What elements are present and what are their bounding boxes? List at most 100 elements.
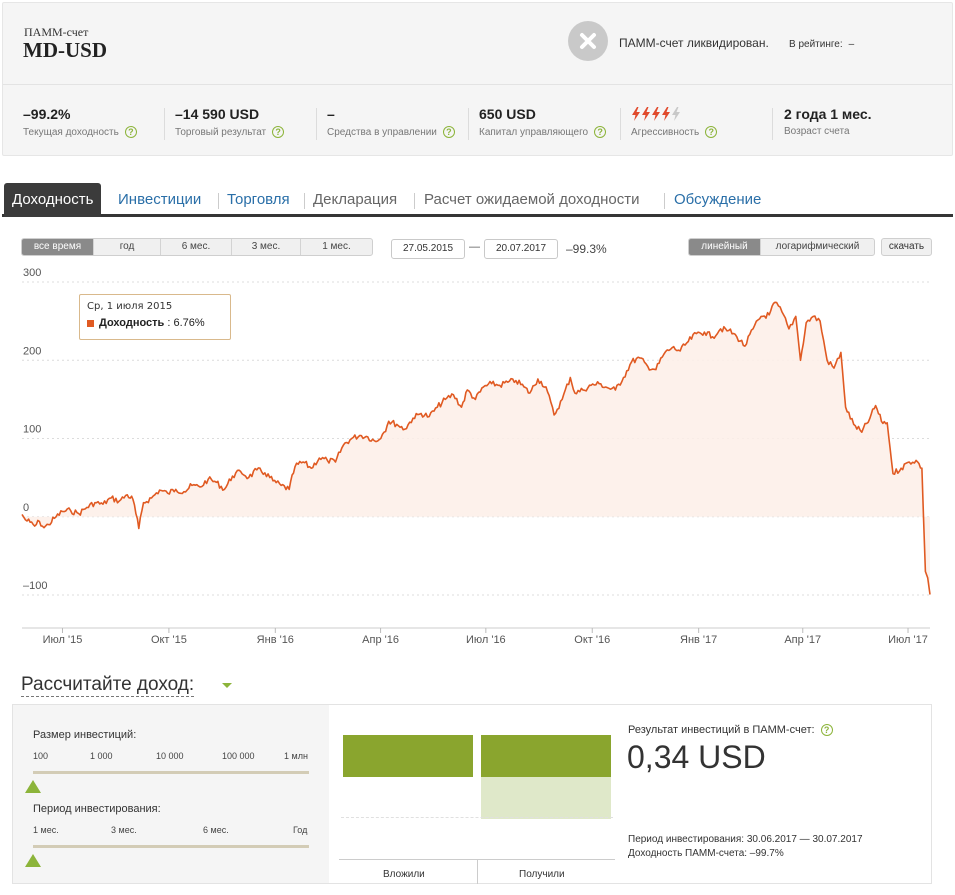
stat-label: Текущая доходность bbox=[23, 126, 119, 138]
tab-returns[interactable]: Доходность bbox=[4, 183, 102, 217]
lightning-icon bbox=[642, 107, 650, 121]
lightning-icon bbox=[672, 107, 680, 121]
tab-expected-return[interactable]: Расчет ожидаемой доходности bbox=[424, 183, 640, 217]
result-yield: Доходность ПАММ-счета: –99.7% bbox=[628, 848, 784, 859]
stat-label: Агрессивность bbox=[631, 126, 700, 138]
help-icon[interactable]: ? bbox=[124, 126, 137, 138]
rating-label: В рейтинге: bbox=[789, 39, 843, 50]
divider bbox=[620, 108, 621, 140]
help-icon[interactable]: ? bbox=[442, 126, 455, 138]
tick[interactable]: 100 000 bbox=[222, 751, 255, 761]
tick[interactable]: 6 мес. bbox=[203, 825, 229, 835]
tab-divider bbox=[304, 193, 305, 209]
returns-area bbox=[22, 302, 930, 595]
x-tick-label: Июл '15 bbox=[43, 634, 83, 646]
tab-discussion[interactable]: Обсуждение bbox=[674, 183, 761, 217]
series-marker bbox=[87, 319, 94, 327]
stat-label: Возраст счета bbox=[784, 126, 850, 137]
account-header: ПАММ-счет MD-USD ПАММ-счет ликвидирован.… bbox=[2, 2, 953, 156]
divider bbox=[164, 108, 165, 140]
tooltip-value: 6.76% bbox=[173, 317, 205, 329]
x-tick-label: Янв '17 bbox=[680, 634, 717, 646]
range-return: –99.3% bbox=[566, 242, 607, 256]
stat-funds-under-management: – Средства в управлении? bbox=[327, 106, 455, 142]
period-year[interactable]: год bbox=[94, 239, 161, 255]
date-to-input[interactable]: 20.07.2017 bbox=[484, 239, 558, 259]
tab-investments[interactable]: Инвестиции bbox=[118, 183, 201, 217]
tick[interactable]: 3 мес. bbox=[111, 825, 137, 835]
stat-account-age: 2 года 1 мес. Возраст счета bbox=[784, 106, 872, 142]
period-slider-track[interactable] bbox=[33, 845, 309, 848]
tab-divider bbox=[414, 193, 415, 209]
x-tick-label: Окт '16 bbox=[574, 634, 610, 646]
scale-logarithmic[interactable]: логарифмический bbox=[761, 239, 874, 255]
x-tick-label: Апр '17 bbox=[784, 634, 821, 646]
stat-current-return: –99.2% Текущая доходность? bbox=[23, 106, 137, 142]
liquidated-status: ПАММ-счет ликвидирован. bbox=[619, 36, 769, 50]
chevron-down-icon[interactable] bbox=[222, 683, 232, 688]
tab-declaration[interactable]: Декларация bbox=[313, 183, 397, 217]
help-icon[interactable]: ? bbox=[820, 724, 833, 736]
chart-tooltip: Ср, 1 июля 2015 Доходность : 6.76% bbox=[79, 294, 231, 340]
help-icon[interactable]: ? bbox=[594, 126, 607, 138]
stat-trading-result: –14 590 USD Торговый результат? bbox=[175, 106, 285, 142]
result-period: Период инвестирования: 30.06.2017 — 30.0… bbox=[628, 834, 863, 845]
liquidated-close-icon bbox=[568, 21, 608, 61]
stat-manager-capital: 650 USD Капитал управляющего? bbox=[479, 106, 607, 142]
tick[interactable]: 10 000 bbox=[156, 751, 184, 761]
axis-divider bbox=[477, 860, 478, 884]
period-3-months[interactable]: 3 мес. bbox=[232, 239, 301, 255]
y-tick-label: 0 bbox=[23, 502, 29, 514]
period-all-time[interactable]: все время bbox=[22, 239, 94, 255]
help-icon[interactable]: ? bbox=[705, 126, 718, 138]
tick[interactable]: Год bbox=[293, 825, 307, 835]
y-tick-label: 200 bbox=[23, 345, 41, 357]
divider bbox=[772, 108, 773, 140]
divider bbox=[468, 108, 469, 140]
x-tick-label: Июл '16 bbox=[466, 634, 506, 646]
scale-linear[interactable]: линейный bbox=[689, 239, 761, 255]
col-invested: Вложили bbox=[383, 869, 425, 880]
lightning-icon bbox=[652, 107, 660, 121]
investment-period-label: Период инвестирования: bbox=[33, 803, 161, 815]
period-6-months[interactable]: 6 мес. bbox=[161, 239, 232, 255]
tooltip-date: Ср, 1 июля 2015 bbox=[87, 301, 173, 312]
stat-aggressiveness: Агрессивность? bbox=[631, 106, 718, 142]
tab-trading[interactable]: Торговля bbox=[227, 183, 290, 217]
y-tick-label: 300 bbox=[23, 267, 41, 279]
gridline bbox=[341, 817, 613, 818]
lightning-icon bbox=[632, 107, 640, 121]
help-icon[interactable]: ? bbox=[272, 126, 285, 138]
investment-slider-track[interactable] bbox=[33, 771, 309, 774]
tick[interactable]: 100 bbox=[33, 751, 48, 761]
investment-result: Результат инвестиций в ПАММ-счет:? 0,34 … bbox=[625, 705, 931, 883]
date-from-input[interactable]: 27.05.2015 bbox=[391, 239, 465, 259]
scale-selector: линейный логарифмический bbox=[688, 238, 875, 256]
investment-slider-thumb[interactable] bbox=[25, 780, 41, 793]
calculator-title[interactable]: Рассчитайте доход: bbox=[21, 674, 195, 697]
result-value: 0,34 USD bbox=[627, 739, 766, 775]
stat-label: Средства в управлении bbox=[327, 126, 437, 138]
download-button[interactable]: скачать bbox=[881, 238, 932, 256]
x-tick-label: Июл '17 bbox=[888, 634, 928, 646]
divider bbox=[316, 108, 317, 140]
tick[interactable]: 1 000 bbox=[90, 751, 113, 761]
account-name: MD-USD bbox=[23, 38, 107, 62]
result-label-text: Результат инвестиций в ПАММ-счет: bbox=[628, 724, 815, 736]
lightning-icon bbox=[662, 107, 670, 121]
rating: В рейтинге: – bbox=[789, 39, 854, 50]
date-separator: — bbox=[469, 241, 480, 253]
result-label: Результат инвестиций в ПАММ-счет:? bbox=[628, 724, 833, 736]
tick[interactable]: 1 млн bbox=[284, 751, 308, 761]
tab-bar: Доходность Инвестиции Торговля Деклараци… bbox=[2, 183, 953, 217]
stat-label: Торговый результат bbox=[175, 126, 267, 138]
invested-bar bbox=[343, 735, 473, 777]
col-received: Получили bbox=[519, 869, 565, 880]
investment-size-label: Размер инвестиций: bbox=[33, 729, 137, 741]
calculator-inputs: Размер инвестиций: 100 1 000 10 000 100 … bbox=[13, 705, 329, 883]
y-tick-label: 100 bbox=[23, 424, 41, 436]
period-slider-thumb[interactable] bbox=[25, 854, 41, 867]
tick[interactable]: 1 мес. bbox=[33, 825, 59, 835]
stat-value: 2 года 1 мес. bbox=[784, 106, 872, 122]
period-1-month[interactable]: 1 мес. bbox=[301, 239, 372, 255]
